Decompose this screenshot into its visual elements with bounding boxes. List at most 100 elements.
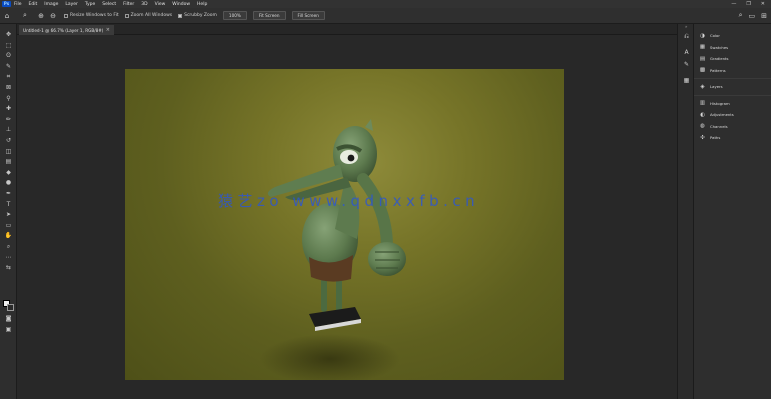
panel-tab-color[interactable]: ◑ Color xyxy=(694,30,771,42)
panel-tab-label: Adjustments xyxy=(710,112,734,118)
panel-tab-channels[interactable]: ◍ Channels xyxy=(694,121,771,133)
histogram-icon: ▥ xyxy=(699,100,706,107)
menu-item[interactable]: Layer xyxy=(65,2,78,7)
share-icon[interactable]: ⊞ xyxy=(761,12,767,20)
panel-tab-label: Color xyxy=(710,33,720,39)
panel-tab-gradients[interactable]: ▤ Gradients xyxy=(694,53,771,65)
photoshop-logo: Ps xyxy=(2,1,11,7)
properties-icon[interactable]: ▦ xyxy=(682,76,691,84)
zoom-all-checkbox[interactable]: Zoom All Windows xyxy=(124,13,172,18)
scrubby-zoom-checkbox[interactable]: Scrubby Zoom xyxy=(178,13,217,18)
move-tool-icon[interactable]: ✥ xyxy=(3,30,14,39)
crop-tool-icon[interactable]: ⌗ xyxy=(3,72,14,81)
collapse-panels-icon[interactable]: » xyxy=(685,24,687,29)
zoom-out-icon[interactable]: ⊖ xyxy=(48,11,58,21)
menu-item[interactable]: Type xyxy=(85,2,95,7)
menu-item[interactable]: View xyxy=(155,2,166,7)
menu-item[interactable]: File xyxy=(14,2,22,7)
quick-mask-icon[interactable]: ◙ xyxy=(3,314,14,323)
menu-item[interactable]: Help xyxy=(197,2,207,7)
panel-tab-adjustments[interactable]: ◐ Adjustments xyxy=(694,109,771,121)
brush-settings-icon[interactable]: ✎ xyxy=(682,60,691,68)
healing-tool-icon[interactable]: ✚ xyxy=(3,104,14,113)
character-pupil xyxy=(347,154,355,162)
search-icon[interactable]: ⌕ xyxy=(739,11,743,20)
window-controls: — ❐ ✕ xyxy=(731,0,765,8)
character-icon[interactable]: A xyxy=(682,48,691,56)
quick-select-tool-icon[interactable]: ✎ xyxy=(3,62,14,71)
menu-items: File Edit Image Layer Type Select Filter 3D View… xyxy=(14,2,214,7)
type-tool-icon[interactable]: T xyxy=(3,200,14,209)
gradient-tool-icon[interactable]: ▤ xyxy=(3,157,14,166)
checkbox-box xyxy=(64,13,68,18)
minimize-icon[interactable]: — xyxy=(731,1,736,7)
stamp-tool-icon[interactable]: ⊥ xyxy=(3,125,14,134)
resize-windows-label: Resize Windows to Fit xyxy=(70,13,119,18)
adjustments-icon: ◐ xyxy=(700,111,705,118)
document-tab[interactable]: Untitled-1 @ 66.7% (Layer 1, RGB/8#) × xyxy=(19,25,114,35)
paths-icon: ✣ xyxy=(700,134,705,141)
checkbox-box-checked xyxy=(178,13,183,18)
options-right-icons: ⌕ ▭ ⊞ xyxy=(739,11,767,20)
panel-tab-label: Swatches xyxy=(710,44,729,50)
screen-mode-icon[interactable]: ▣ xyxy=(3,325,14,334)
path-select-tool-icon[interactable]: ➤ xyxy=(3,210,14,219)
tab-close-icon[interactable]: × xyxy=(106,27,110,33)
menu-item[interactable]: Window xyxy=(172,2,190,7)
panel-separator xyxy=(694,78,771,79)
panel-tab-layers[interactable]: ◈ Layers xyxy=(694,81,771,93)
home-icon[interactable]: ⌂ xyxy=(2,11,12,21)
brush-tool-icon[interactable]: ✏ xyxy=(3,115,14,124)
lasso-tool-icon[interactable]: ʘ xyxy=(3,51,14,60)
menu-item[interactable]: Filter xyxy=(123,2,134,7)
marquee-tool-icon[interactable]: ⬚ xyxy=(3,41,14,50)
character-fist xyxy=(368,242,406,276)
zoom-tool-icon[interactable]: ⌕ xyxy=(3,242,14,251)
resize-windows-checkbox[interactable]: Resize Windows to Fit xyxy=(64,13,119,18)
panel-tab-histogram[interactable]: ▥ Histogram xyxy=(694,98,771,110)
menu-item[interactable]: Edit xyxy=(29,2,38,7)
menu-item[interactable]: Select xyxy=(102,2,116,7)
fill-screen-button[interactable]: Fill Screen xyxy=(291,11,325,20)
frame-tool-icon[interactable]: ⊠ xyxy=(3,83,14,92)
zoom-in-icon[interactable]: ⊕ xyxy=(36,11,46,21)
panel-tab-swatches[interactable]: ▦ Swatches xyxy=(694,42,771,54)
layers-icon: ◈ xyxy=(700,83,705,90)
swap-colors-icon[interactable]: ⇆ xyxy=(3,263,14,272)
gradients-icon: ▤ xyxy=(699,55,706,62)
menu-item[interactable]: Image xyxy=(44,2,58,7)
fit-screen-button[interactable]: Fit Screen xyxy=(252,11,286,20)
workspace-icon[interactable]: ▭ xyxy=(749,12,756,20)
history-brush-tool-icon[interactable]: ↺ xyxy=(3,136,14,145)
panel-tab-label: Channels xyxy=(710,123,728,129)
color-icon: ◑ xyxy=(700,32,705,39)
eyedropper-tool-icon[interactable]: ⚲ xyxy=(3,94,14,103)
document-canvas[interactable]: 猿艺zo www.qdnxxfb.cn xyxy=(125,69,564,380)
panel-tab-label: Histogram xyxy=(710,100,730,106)
checkbox-box xyxy=(124,13,129,18)
panel-tab-paths[interactable]: ✣ Paths xyxy=(694,132,771,144)
shape-tool-icon[interactable]: ▭ xyxy=(3,221,14,230)
panel-tab-label: Paths xyxy=(710,135,721,141)
zoom-icon[interactable]: ⌕ xyxy=(20,11,30,21)
hand-tool-icon[interactable]: ✋ xyxy=(3,231,14,240)
floor-shadow xyxy=(260,334,400,380)
document-tab-title: Untitled-1 @ 66.7% (Layer 1, RGB/8#) xyxy=(23,27,104,33)
pen-tool-icon[interactable]: ✒ xyxy=(3,189,14,198)
eraser-tool-icon[interactable]: ◫ xyxy=(3,147,14,156)
restore-icon[interactable]: ❐ xyxy=(746,1,750,7)
history-icon[interactable]: ⎌ xyxy=(682,33,691,41)
panel-separator xyxy=(694,94,771,96)
character-horn xyxy=(365,119,373,131)
swatches-icon: ▦ xyxy=(699,44,706,51)
panel-tab-patterns[interactable]: ▩ Patterns xyxy=(694,65,771,77)
blur-tool-icon[interactable]: ◆ xyxy=(3,168,14,177)
channels-icon: ◍ xyxy=(700,123,705,130)
close-icon[interactable]: ✕ xyxy=(761,1,765,7)
zoom-100-button[interactable]: 100% xyxy=(222,11,247,20)
background-color-swatch[interactable] xyxy=(7,304,14,311)
menu-item[interactable]: 3D xyxy=(141,2,147,7)
more-tools-icon[interactable]: ⋯ xyxy=(3,253,14,262)
dodge-tool-icon[interactable]: ● xyxy=(3,178,14,187)
panel-tab-label: Patterns xyxy=(710,67,726,73)
